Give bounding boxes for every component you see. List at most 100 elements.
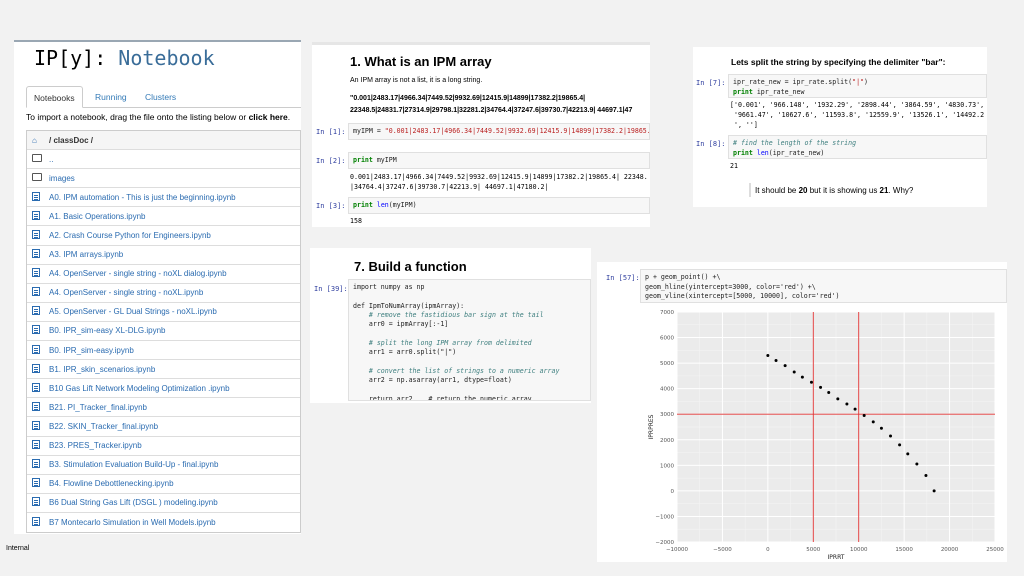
code-line-1: p + geom_point() +\ [645,273,721,281]
footer-classification: Internal [6,545,30,552]
notebook-file-name[interactable]: A3. IPM arrays.ipynb [49,250,123,259]
scatter-plot: −10000 −5000 0 5000 10000 15000 20000 25000−200… [648,310,1004,561]
code-cell-3[interactable]: print len(myIPM) [348,197,650,214]
in-prompt: In [39]: [314,285,348,293]
notebook-file-icon [32,420,40,430]
output-line-2: |34764.4|37247.6|39730.7|42213.9| 44697.… [350,183,549,191]
notebook-file-name[interactable]: B0. IPR_sim-easy.ipynb [49,346,134,355]
notebook-file-name[interactable]: A4. OpenServer - single string - noXL di… [49,269,227,278]
x-tick-label: 10000 [850,547,868,553]
build-function-slide: 7. Build a function In [39]: import nump… [310,248,591,403]
home-icon[interactable]: ⌂ [27,136,43,145]
code-cell-2[interactable]: print myIPM [348,152,650,169]
notebook-file-name[interactable]: B21. PI_Tracker_final.ipynb [49,403,147,412]
output-line-2: '9661.47', '10627.6', '11593.8', '12559.… [730,111,985,119]
bold-array-line-2: 22348.5|24831.7|27314.9|29798.1|32281.2|… [350,107,633,114]
y-axis-label: IPRPRES [648,414,655,439]
list-item[interactable]: A2. Crash Course Python for Engineers.ip… [27,226,300,246]
list-item[interactable]: A3. IPM arrays.ipynb [27,246,300,265]
ipython-logo[interactable]: IP[y]: Notebook [34,46,215,70]
list-item[interactable]: B23. PRES_Tracker.ipynb [27,437,300,456]
notebook-file-name[interactable]: A1. Basic Operations.ipynb [49,212,146,221]
tab-notebooks[interactable]: Notebooks [26,86,83,108]
code-line: arr1 = arr0.split("|") [353,348,457,357]
notebook-file-name[interactable]: B10 Gas Lift Network Modeling Optimizati… [49,384,230,393]
code-line: return arr2 # return the numeric array [353,394,532,401]
in-prompt: In [2]: [316,157,346,165]
notebook-file-name[interactable]: A4. OpenServer - single string - noXL.ip… [49,288,203,297]
code-cell-function[interactable]: import numpy as np def IpmToNumArray(ipmA… [348,279,591,401]
click-here-link[interactable]: click here [249,112,288,122]
in-prompt: In [3]: [316,202,346,210]
output-value: 158 [350,217,362,225]
list-item[interactable]: A0. IPM automation - This is just the be… [27,188,300,208]
notebook-file-icon [32,363,40,373]
plot-slide: In [57]: p + geom_point() +\ geom_hline(… [597,262,1007,562]
description: An IPM array is not a list, it is a long… [350,77,483,84]
top-rule [14,40,301,42]
notebook-list: ⌂ / classDoc / .. images A0. IPM automat… [26,130,301,533]
notebook-file-icon [32,230,40,240]
list-item[interactable]: B4. Flowline Debottlenecking.ipynb [27,475,300,494]
code-cell-1[interactable]: myIPM = "0.001|2483.17|4966.34|7449.52|9… [348,123,650,140]
code-line-2: geom_hline(yintercept=3000, color='red')… [645,282,816,291]
data-point [889,434,893,438]
x-tick-label: 0 [766,547,770,553]
breadcrumb-path[interactable]: / classDoc / [49,136,93,145]
list-item[interactable]: A4. OpenServer - single string - noXL di… [27,265,300,284]
folder-icon [32,173,42,182]
folder-name[interactable]: images [49,174,75,183]
notebook-file-name[interactable]: A0. IPM automation - This is just the be… [49,193,236,202]
notebook-file-icon [32,382,40,392]
list-item[interactable]: B7 Montecarlo Simulation in Well Models.… [27,513,300,532]
list-item[interactable]: images [27,169,300,189]
list-item[interactable]: A5. OpenServer - GL Dual Strings - noXL.… [27,303,300,322]
output-value: 21 [730,162,738,170]
tab-running[interactable]: Running [88,86,134,108]
y-tick-label: 1000 [660,463,674,469]
list-item[interactable]: B0. IPR_sim-easy.ipynb [27,341,300,361]
notebook-file-name[interactable]: B23. PRES_Tracker.ipynb [49,441,142,450]
list-item[interactable]: B6 Dual String Gas Lift (DSGL ) modeling… [27,494,300,513]
notebook-file-name[interactable]: A2. Crash Course Python for Engineers.ip… [49,231,211,240]
list-item[interactable]: B0. IPR_sim-easy XL-DLG.ipynb [27,322,300,342]
code-line: arr2 = np.asarray(arr1, dtype=float) [353,375,512,384]
code-cell-8[interactable]: # find the length of the string print le… [728,135,987,159]
data-point [924,474,928,478]
notebook-file-icon [32,516,40,526]
list-item[interactable]: B10 Gas Lift Network Modeling Optimizati… [27,379,300,399]
list-item[interactable]: B1. IPR_skin_scenarios.ipynb [27,360,300,380]
data-point [792,370,796,374]
notebook-file-name[interactable]: B7 Montecarlo Simulation in Well Models.… [49,518,216,527]
notebook-file-name[interactable]: B4. Flowline Debottlenecking.ipynb [49,479,174,488]
list-item[interactable]: .. [27,150,300,170]
list-item[interactable]: B21. PI_Tracker_final.ipynb [27,398,300,418]
list-item[interactable]: A4. OpenServer - single string - noXL.ip… [27,284,300,303]
notebook-file-name[interactable]: B1. IPR_skin_scenarios.ipynb [49,365,155,374]
in-prompt: In [7]: [696,79,726,87]
notebook-file-name[interactable]: B0. IPR_sim-easy XL-DLG.ipynb [49,326,166,335]
x-tick-label: 15000 [895,547,913,553]
data-point [853,407,857,411]
data-point [862,414,866,417]
list-item[interactable]: A1. Basic Operations.ipynb [27,207,300,227]
notebook-file-name[interactable]: B6 Dual String Gas Lift (DSGL ) modeling… [49,498,218,507]
notebook-file-name[interactable]: B22. SKIN_Tracker_final.ipynb [49,422,158,431]
notebook-file-icon [32,440,40,450]
list-item[interactable]: B3. Stimulation Evaluation Build-Up - fi… [27,456,300,475]
ipm-array-slide: 1. What is an IPM array An IPM array is … [312,42,650,227]
in-prompt: In [1]: [316,128,346,136]
notebook-file-name[interactable]: B3. Stimulation Evaluation Build-Up - fi… [49,460,218,469]
list-item[interactable]: B22. SKIN_Tracker_final.ipynb [27,417,300,437]
code-cell-57[interactable]: p + geom_point() +\ geom_hline(yintercep… [640,269,1007,303]
in-prompt: In [57]: [606,274,640,282]
code-cell-7[interactable]: ipr_rate_new = ipr_rate.split("|") print… [728,74,987,98]
notebook-file-name[interactable]: A5. OpenServer - GL Dual Strings - noXL.… [49,307,217,316]
code-comment: # find the length of the string [733,139,857,147]
folder-name[interactable]: .. [49,155,53,164]
code-line: # remove the fastidious bar sign at the … [353,310,544,319]
data-point [871,420,875,424]
y-tick-label: 5000 [660,361,674,367]
tab-clusters[interactable]: Clusters [138,86,183,108]
